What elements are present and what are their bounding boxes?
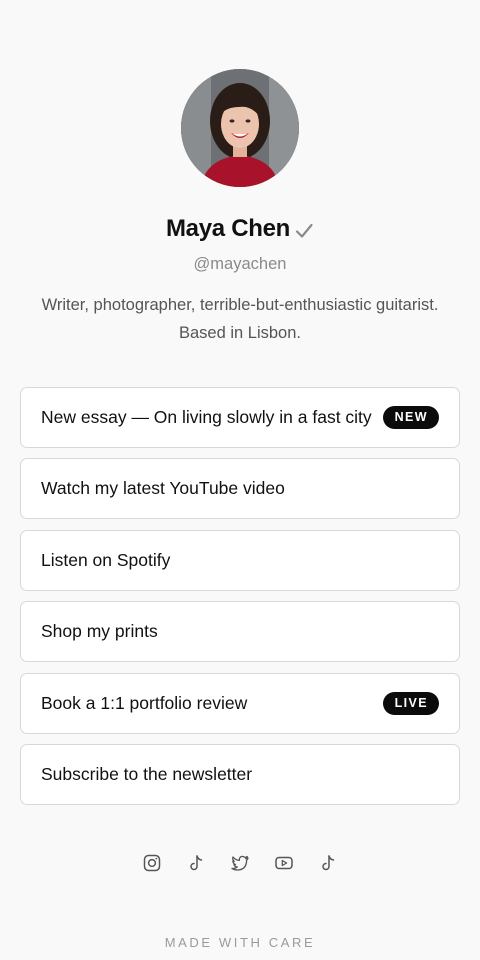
link-label: Watch my latest YouTube video	[41, 478, 285, 499]
twitter-icon[interactable]	[229, 852, 251, 874]
profile-handle: @mayachen	[193, 255, 287, 273]
youtube-icon[interactable]	[273, 852, 295, 874]
avatar	[181, 69, 299, 187]
checkmark-icon	[294, 218, 314, 238]
profile-bio: Writer, photographer, terrible-but-enthu…	[41, 296, 439, 342]
live-badge: LIVE	[382, 691, 439, 715]
link-label: New essay — On living slowly in a fast c…	[41, 407, 372, 427]
link-spotify[interactable]: Listen on Spotify	[20, 529, 460, 591]
profile-name: Maya Chen	[165, 215, 290, 242]
link-list: New essay — On living slowly in a fast c…	[20, 387, 460, 815]
social-icons	[0, 852, 480, 874]
link-youtube-video[interactable]: Watch my latest YouTube video	[20, 458, 460, 520]
new-badge: NEW	[382, 406, 439, 429]
link-label: Listen on Spotify	[41, 549, 171, 570]
link-shop-prints[interactable]: Shop my prints	[20, 601, 460, 663]
profile-name-row: Maya Chen	[0, 213, 480, 245]
link-label: Subscribe to the newsletter	[41, 763, 253, 784]
tiktok-icon[interactable]	[317, 852, 339, 874]
link-label: Shop my prints	[41, 621, 158, 642]
avatar-photo	[181, 69, 299, 187]
link-label: Book a 1:1 portfolio review	[41, 692, 248, 713]
link-new-essay[interactable]: New essay — On living slowly in a fast c…	[20, 387, 460, 448]
link-portfolio-review[interactable]: Book a 1:1 portfolio review LIVE	[20, 672, 460, 734]
link-newsletter[interactable]: Subscribe to the newsletter	[20, 743, 460, 805]
footer-text: MADE WITH CARE	[164, 935, 316, 950]
instagram-icon[interactable]	[141, 852, 163, 874]
tiktok-icon[interactable]	[185, 852, 207, 874]
